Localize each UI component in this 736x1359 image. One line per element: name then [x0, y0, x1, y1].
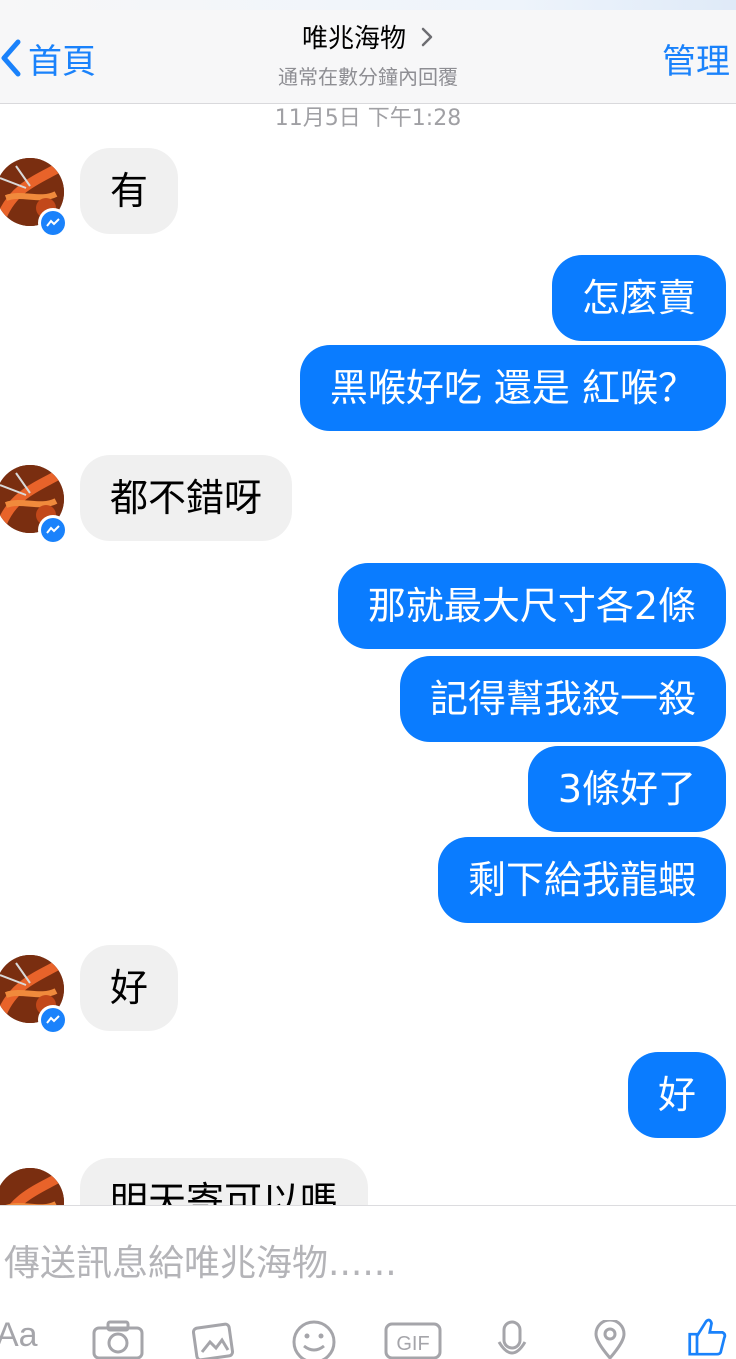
message-timestamp: 11月5日 下午1:28	[274, 106, 462, 131]
composer: 傳送訊息給唯兆海物...... Aa GIF	[0, 1205, 736, 1359]
composer-toolbar: Aa GIF	[0, 1314, 736, 1359]
emoji-icon[interactable]	[290, 1320, 338, 1359]
message-bubble-incoming[interactable]: 有	[80, 148, 179, 234]
message-bubble-outgoing[interactable]: 剩下給我龍蝦	[437, 837, 726, 923]
message-bubble-outgoing[interactable]: 3條好了	[527, 746, 726, 832]
messenger-badge-icon	[38, 208, 68, 238]
message-input[interactable]: 傳送訊息給唯兆海物......	[4, 1234, 397, 1286]
lobster-image-icon	[0, 1168, 64, 1205]
message-bubble-outgoing[interactable]: 好	[627, 1052, 726, 1138]
chat-header: 首頁 唯兆海物 通常在數分鐘內回覆 管理	[0, 0, 736, 104]
gif-label: GIF	[396, 1333, 429, 1355]
message-bubble-outgoing[interactable]: 黑喉好吃 還是 紅喉？	[299, 345, 726, 431]
manage-button[interactable]: 管理	[662, 34, 730, 83]
status-bar	[0, 0, 736, 10]
page-title: 唯兆海物	[301, 24, 406, 54]
conversation-title-area[interactable]: 唯兆海物 通常在數分鐘內回覆	[0, 18, 736, 90]
gif-icon[interactable]: GIF	[384, 1320, 442, 1359]
like-icon[interactable]	[684, 1316, 730, 1356]
message-list-clip: 明天寄可以嗎	[0, 1150, 736, 1205]
photo-icon[interactable]	[191, 1320, 236, 1359]
message-bubble-incoming[interactable]: 好	[80, 945, 179, 1031]
message-bubble-outgoing[interactable]: 記得幫我殺一殺	[399, 656, 726, 742]
location-icon[interactable]	[592, 1318, 628, 1359]
text-format-button[interactable]: Aa	[0, 1316, 38, 1356]
chevron-right-icon	[421, 27, 433, 46]
avatar[interactable]	[0, 1168, 64, 1205]
microphone-icon[interactable]	[496, 1320, 528, 1359]
message-bubble-outgoing[interactable]: 怎麼賣	[551, 255, 726, 341]
camera-icon[interactable]	[92, 1320, 144, 1359]
messenger-badge-icon	[38, 515, 68, 545]
response-time-subtitle: 通常在數分鐘內回覆	[278, 65, 458, 89]
message-bubble-incoming[interactable]: 都不錯呀	[80, 455, 293, 541]
message-bubble-outgoing[interactable]: 那就最大尺寸各2條	[337, 563, 726, 649]
message-bubble-incoming[interactable]: 明天寄可以嗎	[80, 1158, 369, 1205]
messenger-badge-icon	[38, 1005, 68, 1035]
